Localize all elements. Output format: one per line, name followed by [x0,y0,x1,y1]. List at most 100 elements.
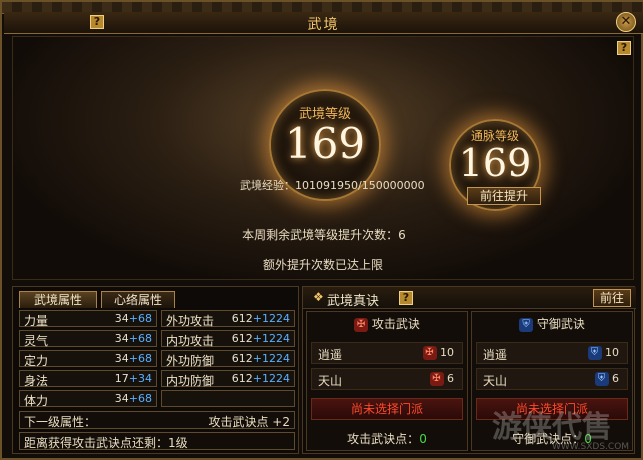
next-level-row: 下一级属性： 攻击武诀点 +2 [19,411,295,429]
sect-level-value: 6 [447,372,454,385]
attr-bonus: +68 [128,332,152,345]
attr-name: 力量 [24,314,49,328]
weekly-remaining: 本周剩余武境等级提升次数：6 [242,228,406,242]
next-point-text: 距离获得攻击武诀点还剩：1级 [24,436,188,450]
attr-row: 身法 17+34 [19,370,157,388]
attr-base: 612 [231,312,253,325]
sect-name: 天山 [483,374,508,388]
attr-base: 34 [114,312,129,325]
attr-name: 外功攻击 [166,314,215,328]
attack-sect-row[interactable]: 逍遥 ✠ 10 [311,342,463,364]
goto-button[interactable]: 前往 [593,289,631,307]
sect-name: 天山 [318,374,343,388]
attack-icon: ✠ [429,372,444,386]
attr-base: 612 [231,352,253,365]
title-bar: 武境 ? ✕ [4,12,643,34]
attack-sect-row[interactable]: 天山 ✠ 6 [311,368,463,390]
shield-icon: ⛨ [587,346,602,360]
attack-points: 攻击武诀点：0 [307,430,467,447]
attr-base: 34 [114,392,129,405]
tab-wujing-attrs[interactable]: 武境属性 [19,291,97,308]
attr-row-empty [161,390,295,407]
next-level-label: 下一级属性： [24,415,97,429]
next-point-row: 距离获得攻击武诀点还剩：1级 [19,432,295,450]
attr-value: 34+68 [115,392,152,405]
goto-upgrade-button[interactable]: 前往提升 [467,187,541,205]
attr-name: 内功攻击 [166,334,215,348]
attr-base: 17 [114,372,129,385]
sect-level: ✠ 10 [422,346,454,360]
attack-icon: ✠ [422,346,437,360]
attr-bonus: +34 [128,372,152,385]
attr-row: 定力 34+68 [19,350,157,368]
attr-name: 定力 [24,354,49,368]
attr-bonus: +1224 [252,312,290,325]
next-level-value: 攻击武诀点 +2 [208,415,290,429]
secrets-title: 武境真诀 [327,294,380,309]
attr-bonus: +1224 [252,352,290,365]
secrets-help-button[interactable]: ? [399,291,413,305]
attr-base: 34 [114,332,129,345]
attr-row: 外功防御 612+1224 [161,350,295,368]
window-frame: 武境 ? ✕ ? 武境等级 169 通脉等级 169 武境经验：10109195… [0,0,643,460]
sect-level: ⛨ 6 [594,372,619,386]
attr-value: 612+1224 [232,312,290,325]
attr-row: 内功攻击 612+1224 [161,330,295,348]
attr-row: 灵气 34+68 [19,330,157,348]
level-value: 169 [284,119,366,168]
sect-name: 逍遥 [483,348,508,362]
meridian-value: 169 [458,141,532,185]
attr-value: 34+68 [115,332,152,345]
attr-value: 34+68 [115,352,152,365]
attack-points-label: 攻击武诀点： [347,432,420,446]
sect-level: ⛨ 10 [587,346,619,360]
attr-value: 612+1224 [232,332,290,345]
attr-name: 身法 [24,374,49,388]
stage-help-button[interactable]: ? [617,41,631,55]
attr-bonus: +1224 [252,372,290,385]
attr-row: 力量 34+68 [19,310,157,328]
experience-label: 武境经验： [240,179,295,192]
attack-points-value: 0 [419,432,427,446]
watermark: 游侠代售 WWW.SXDS.COM [492,402,642,458]
attr-value: 17+34 [115,372,152,385]
attr-value: 612+1224 [232,352,290,365]
watermark-text: 游侠代售 [492,410,612,445]
attr-name: 内功防御 [166,374,215,388]
attr-base: 612 [231,332,253,345]
experience-value: 101091950/150000000 [295,179,425,192]
close-button[interactable]: ✕ [616,12,636,32]
secrets-title-icon: ❖ [313,290,324,304]
attack-header: ✠ 攻击武诀 [307,312,467,336]
sect-name: 逍遥 [318,348,343,362]
attr-bonus: +68 [128,352,152,365]
sect-level-value: 10 [440,346,454,359]
attr-name: 灵气 [24,334,49,348]
attr-bonus: +68 [128,312,152,325]
window-help-button[interactable]: ? [90,15,104,29]
attr-bonus: +68 [128,392,152,405]
attack-icon: ✠ [354,317,369,332]
attr-value: 34+68 [115,312,152,325]
secrets-header: ❖ 武境真诀 ? 前往 [303,287,636,309]
defense-sect-row[interactable]: 天山 ⛨ 6 [476,368,628,390]
extra-limit-text: 额外提升次数已达上限 [262,258,383,272]
attack-title: 攻击武诀 [371,317,420,331]
attr-base: 612 [231,372,253,385]
attr-name: 外功防御 [166,354,215,368]
watermark-site: WWW.SXDS.COM [552,442,630,452]
attributes-panel: 武境属性 心络属性 力量 34+68 灵气 34+68 定力 34+68 身法 … [12,286,299,454]
attack-column: ✠ 攻击武诀 逍遥 ✠ 10 天山 ✠ 6 尚未选择门派 攻击武诀点：0 [306,311,468,451]
experience-line: 武境经验：101091950/150000000 [240,177,425,193]
attr-name: 体力 [24,394,49,408]
attr-bonus: +1224 [252,332,290,345]
defense-title: 守御武诀 [536,317,585,331]
level-stage: ? 武境等级 169 通脉等级 169 武境经验：101091950/15000… [12,36,634,280]
sect-level-value: 10 [605,346,619,359]
shield-icon: ⛨ [594,372,609,386]
defense-sect-row[interactable]: 逍遥 ⛨ 10 [476,342,628,364]
tab-xinluo-attrs[interactable]: 心络属性 [101,291,175,308]
shield-icon: ⛨ [519,317,534,332]
sect-level: ✠ 6 [429,372,454,386]
attr-value: 612+1224 [232,372,290,385]
